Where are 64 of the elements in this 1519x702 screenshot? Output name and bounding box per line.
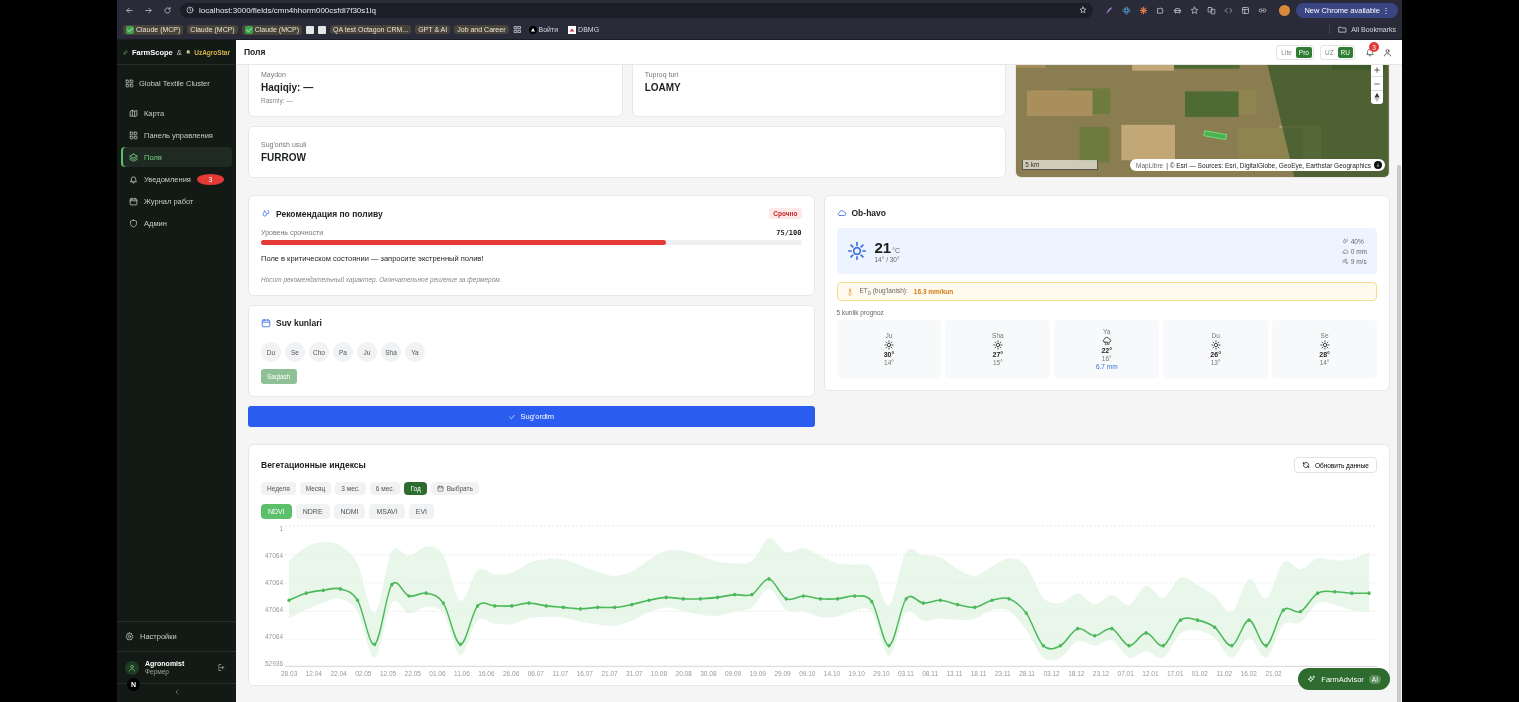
calendar-icon [261, 318, 271, 328]
folder-icon [1338, 25, 1348, 34]
bell-icon [129, 174, 138, 184]
map-icon [129, 108, 138, 118]
sparkle-icon [1307, 674, 1317, 684]
shield-icon [129, 218, 138, 228]
feather-icon[interactable] [1105, 5, 1114, 15]
compass-button[interactable] [1371, 90, 1383, 104]
settings-icon [125, 632, 134, 641]
compass-icon [1374, 93, 1380, 102]
sun-icon [883, 340, 894, 350]
logo-icon [568, 25, 577, 34]
check-icon [244, 25, 253, 34]
field-value: FURROW [261, 152, 307, 163]
site-info-icon [186, 6, 194, 14]
field-value: Haqiqiy: — [261, 82, 315, 93]
back-arrow-icon [125, 5, 134, 15]
reload-icon [163, 5, 172, 15]
user-icon [1383, 47, 1392, 57]
zoom-in-button[interactable] [1371, 65, 1383, 76]
code-icon [1224, 5, 1233, 15]
cloud-icon [836, 208, 847, 218]
card-title: Рекомендация по поливу [276, 208, 384, 219]
sun-icon [1210, 340, 1221, 350]
droplets-icon [261, 208, 271, 219]
card-title: Вегетационные индексы [261, 460, 367, 470]
cloud-icon [1341, 247, 1349, 255]
page-title: Поля [244, 47, 267, 57]
info-icon[interactable] [1374, 161, 1382, 169]
star-icon [1190, 5, 1199, 15]
wind-icon [1341, 257, 1349, 265]
field-value: LOAMY [644, 82, 682, 93]
apps-icon [512, 25, 522, 34]
droplets-icon [1341, 237, 1349, 245]
window-icon [1241, 5, 1250, 15]
bell-icon [1365, 47, 1375, 57]
asterisk-icon[interactable] [1139, 5, 1148, 15]
forward-arrow-icon [144, 5, 153, 15]
layers-icon [129, 152, 138, 162]
dashboard-icon [129, 130, 138, 140]
sun-icon [846, 241, 867, 261]
temperature: 21 [874, 239, 892, 256]
profile-avatar[interactable] [1279, 4, 1291, 16]
translate-icon [1207, 5, 1216, 15]
address-bar[interactable]: localhost:3000/fields/cmn4hhorm000csfdi7f30s1lq [180, 2, 1093, 18]
building-icon [125, 79, 134, 88]
sun-icon [1319, 340, 1330, 350]
atom-icon[interactable] [1122, 5, 1131, 15]
card-title: Suv kunlari [276, 318, 323, 328]
bookmark-star-icon [1079, 6, 1087, 14]
triangle-logo-icon [528, 25, 537, 34]
card-title: Ob-havo [851, 208, 887, 218]
calendar-icon [436, 485, 444, 492]
refresh-icon [1301, 461, 1310, 469]
check-icon [126, 25, 134, 34]
logout-icon [217, 663, 226, 672]
plus-icon [1373, 65, 1381, 74]
check-icon [508, 412, 517, 421]
link-icon [1258, 5, 1267, 15]
calendar-icon [129, 196, 138, 206]
car-icon [1173, 5, 1182, 15]
rain-cloud-icon [1101, 336, 1112, 346]
thermometer-icon [845, 287, 854, 296]
sun-icon [992, 340, 1003, 350]
